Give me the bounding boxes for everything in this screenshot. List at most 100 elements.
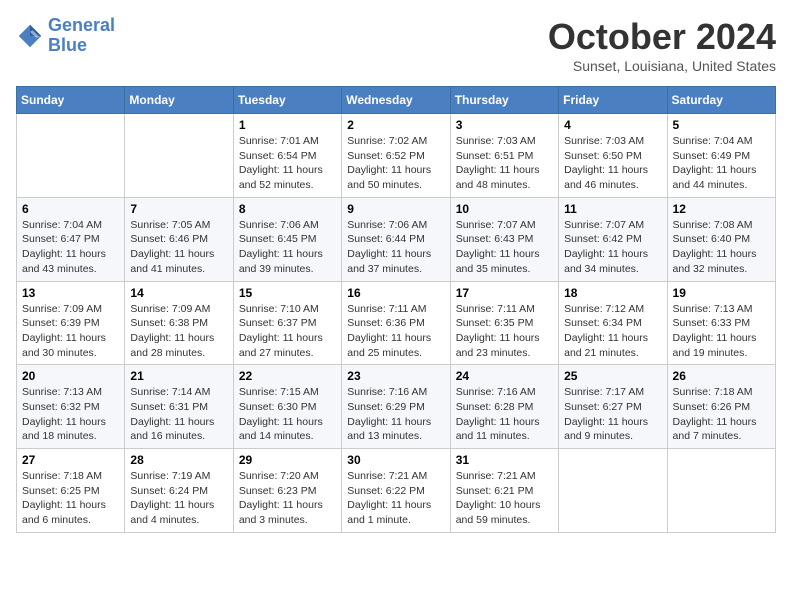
day-header-thursday: Thursday	[450, 87, 558, 114]
calendar-cell: 30 Sunrise: 7:21 AMSunset: 6:22 PMDayligh…	[342, 449, 450, 533]
day-number: 28	[130, 453, 227, 467]
day-number: 17	[456, 286, 553, 300]
day-detail: Sunrise: 7:03 AMSunset: 6:50 PMDaylight:…	[564, 134, 661, 193]
logo-icon	[16, 22, 44, 50]
day-header-sunday: Sunday	[17, 87, 125, 114]
calendar-cell: 7 Sunrise: 7:05 AMSunset: 6:46 PMDaylight…	[125, 197, 233, 281]
calendar-cell: 26Sunrise: 7:18 AMSunset: 6:26 PMDayligh…	[667, 365, 775, 449]
day-detail: Sunrise: 7:13 AMSunset: 6:33 PMDaylight:…	[673, 302, 770, 361]
day-number: 13	[22, 286, 119, 300]
day-detail: Sunrise: 7:14 AMSunset: 6:31 PMDaylight:…	[130, 385, 227, 444]
calendar-week-3: 13 Sunrise: 7:09 AMSunset: 6:39 PMDayligh…	[17, 281, 776, 365]
calendar-cell	[559, 449, 667, 533]
calendar-cell: 3 Sunrise: 7:03 AMSunset: 6:51 PMDaylight…	[450, 114, 558, 198]
day-number: 19	[673, 286, 770, 300]
day-number: 2	[347, 118, 444, 132]
calendar-cell: 25 Sunrise: 7:17 AMSunset: 6:27 PMDayligh…	[559, 365, 667, 449]
day-number: 12	[673, 202, 770, 216]
day-detail: Sunrise: 7:21 AMSunset: 6:22 PMDaylight:…	[347, 469, 444, 528]
day-detail: Sunrise: 7:18 AMSunset: 6:25 PMDaylight:…	[22, 469, 119, 528]
day-detail: Sunrise: 7:02 AMSunset: 6:52 PMDaylight:…	[347, 134, 444, 193]
day-detail: Sunrise: 7:16 AMSunset: 6:28 PMDaylight:…	[456, 385, 553, 444]
day-number: 21	[130, 369, 227, 383]
calendar-cell: 6Sunrise: 7:04 AMSunset: 6:47 PMDaylight…	[17, 197, 125, 281]
day-detail: Sunrise: 7:04 AMSunset: 6:49 PMDaylight:…	[673, 134, 770, 193]
calendar-cell: 20Sunrise: 7:13 AMSunset: 6:32 PMDayligh…	[17, 365, 125, 449]
month-title: October 2024	[548, 16, 776, 58]
calendar-cell: 23 Sunrise: 7:16 AMSunset: 6:29 PMDayligh…	[342, 365, 450, 449]
day-detail: Sunrise: 7:04 AMSunset: 6:47 PMDaylight:…	[22, 218, 119, 277]
calendar-cell: 1Sunrise: 7:01 AMSunset: 6:54 PMDaylight…	[233, 114, 341, 198]
day-detail: Sunrise: 7:11 AMSunset: 6:35 PMDaylight:…	[456, 302, 553, 361]
day-number: 29	[239, 453, 336, 467]
day-number: 10	[456, 202, 553, 216]
calendar-cell	[667, 449, 775, 533]
day-number: 31	[456, 453, 553, 467]
day-number: 25	[564, 369, 661, 383]
calendar-cell: 22 Sunrise: 7:15 AMSunset: 6:30 PMDayligh…	[233, 365, 341, 449]
day-number: 9	[347, 202, 444, 216]
logo-general: General	[48, 15, 115, 35]
day-number: 1	[239, 118, 336, 132]
day-detail: Sunrise: 7:07 AMSunset: 6:42 PMDaylight:…	[564, 218, 661, 277]
day-number: 24	[456, 369, 553, 383]
day-number: 15	[239, 286, 336, 300]
calendar-table: SundayMondayTuesdayWednesdayThursdayFrid…	[16, 86, 776, 533]
calendar-cell: 9 Sunrise: 7:06 AMSunset: 6:44 PMDaylight…	[342, 197, 450, 281]
day-number: 7	[130, 202, 227, 216]
day-detail: Sunrise: 7:06 AMSunset: 6:45 PMDaylight:…	[239, 218, 336, 277]
day-detail: Sunrise: 7:20 AMSunset: 6:23 PMDaylight:…	[239, 469, 336, 528]
day-header-wednesday: Wednesday	[342, 87, 450, 114]
day-detail: Sunrise: 7:03 AMSunset: 6:51 PMDaylight:…	[456, 134, 553, 193]
calendar-header-row: SundayMondayTuesdayWednesdayThursdayFrid…	[17, 87, 776, 114]
calendar-week-2: 6Sunrise: 7:04 AMSunset: 6:47 PMDaylight…	[17, 197, 776, 281]
calendar-week-5: 27Sunrise: 7:18 AMSunset: 6:25 PMDayligh…	[17, 449, 776, 533]
calendar-cell: 15 Sunrise: 7:10 AMSunset: 6:37 PMDayligh…	[233, 281, 341, 365]
day-detail: Sunrise: 7:19 AMSunset: 6:24 PMDaylight:…	[130, 469, 227, 528]
location-subtitle: Sunset, Louisiana, United States	[548, 58, 776, 74]
calendar-cell	[125, 114, 233, 198]
day-detail: Sunrise: 7:11 AMSunset: 6:36 PMDaylight:…	[347, 302, 444, 361]
calendar-cell: 28 Sunrise: 7:19 AMSunset: 6:24 PMDayligh…	[125, 449, 233, 533]
day-detail: Sunrise: 7:12 AMSunset: 6:34 PMDaylight:…	[564, 302, 661, 361]
calendar-cell: 5 Sunrise: 7:04 AMSunset: 6:49 PMDaylight…	[667, 114, 775, 198]
title-block: October 2024 Sunset, Louisiana, United S…	[548, 16, 776, 74]
day-detail: Sunrise: 7:07 AMSunset: 6:43 PMDaylight:…	[456, 218, 553, 277]
calendar-cell: 18 Sunrise: 7:12 AMSunset: 6:34 PMDayligh…	[559, 281, 667, 365]
day-detail: Sunrise: 7:17 AMSunset: 6:27 PMDaylight:…	[564, 385, 661, 444]
day-number: 30	[347, 453, 444, 467]
calendar-cell: 14Sunrise: 7:09 AMSunset: 6:38 PMDayligh…	[125, 281, 233, 365]
day-detail: Sunrise: 7:10 AMSunset: 6:37 PMDaylight:…	[239, 302, 336, 361]
day-detail: Sunrise: 7:09 AMSunset: 6:39 PMDaylight:…	[22, 302, 119, 361]
calendar-cell: 31Sunrise: 7:21 AMSunset: 6:21 PMDayligh…	[450, 449, 558, 533]
calendar-cell: 4 Sunrise: 7:03 AMSunset: 6:50 PMDaylight…	[559, 114, 667, 198]
day-detail: Sunrise: 7:05 AMSunset: 6:46 PMDaylight:…	[130, 218, 227, 277]
calendar-cell: 10 Sunrise: 7:07 AMSunset: 6:43 PMDayligh…	[450, 197, 558, 281]
calendar-cell: 27Sunrise: 7:18 AMSunset: 6:25 PMDayligh…	[17, 449, 125, 533]
calendar-week-1: 1Sunrise: 7:01 AMSunset: 6:54 PMDaylight…	[17, 114, 776, 198]
calendar-cell: 2 Sunrise: 7:02 AMSunset: 6:52 PMDaylight…	[342, 114, 450, 198]
calendar-cell: 16 Sunrise: 7:11 AMSunset: 6:36 PMDayligh…	[342, 281, 450, 365]
logo: General Blue	[16, 16, 115, 56]
day-header-monday: Monday	[125, 87, 233, 114]
day-number: 18	[564, 286, 661, 300]
calendar-cell: 17 Sunrise: 7:11 AMSunset: 6:35 PMDayligh…	[450, 281, 558, 365]
day-detail: Sunrise: 7:06 AMSunset: 6:44 PMDaylight:…	[347, 218, 444, 277]
day-header-tuesday: Tuesday	[233, 87, 341, 114]
day-number: 4	[564, 118, 661, 132]
day-number: 5	[673, 118, 770, 132]
logo-text: General Blue	[48, 16, 115, 56]
calendar-cell: 8Sunrise: 7:06 AMSunset: 6:45 PMDaylight…	[233, 197, 341, 281]
day-detail: Sunrise: 7:16 AMSunset: 6:29 PMDaylight:…	[347, 385, 444, 444]
day-number: 14	[130, 286, 227, 300]
day-header-saturday: Saturday	[667, 87, 775, 114]
day-number: 22	[239, 369, 336, 383]
day-number: 20	[22, 369, 119, 383]
day-number: 3	[456, 118, 553, 132]
day-number: 23	[347, 369, 444, 383]
calendar-cell: 24 Sunrise: 7:16 AMSunset: 6:28 PMDayligh…	[450, 365, 558, 449]
day-number: 16	[347, 286, 444, 300]
day-detail: Sunrise: 7:15 AMSunset: 6:30 PMDaylight:…	[239, 385, 336, 444]
day-number: 11	[564, 202, 661, 216]
calendar-cell: 29 Sunrise: 7:20 AMSunset: 6:23 PMDayligh…	[233, 449, 341, 533]
